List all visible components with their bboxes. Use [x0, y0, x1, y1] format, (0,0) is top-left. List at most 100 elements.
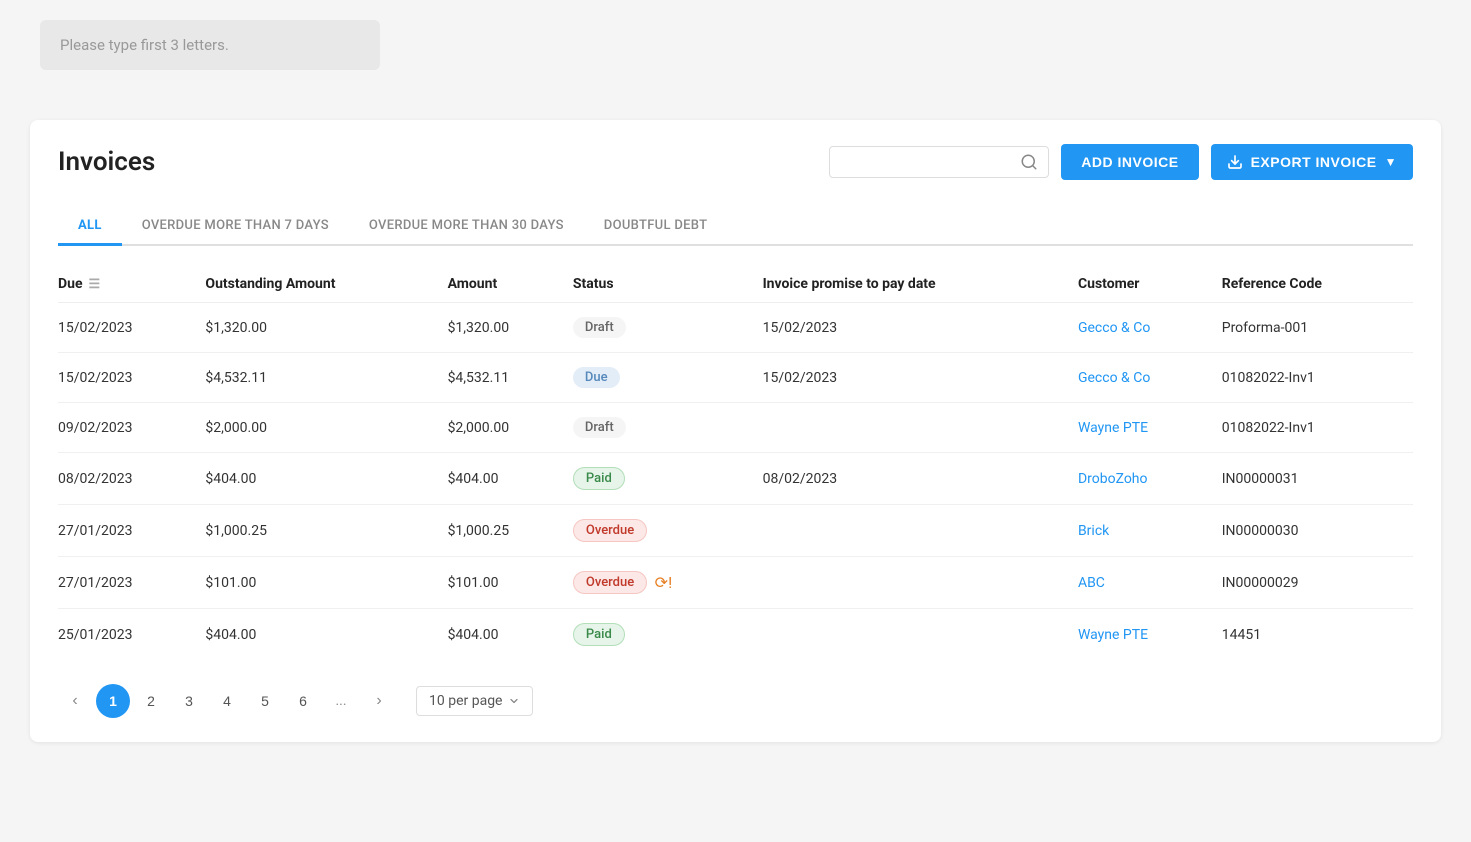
page-6-button[interactable]: 6 [286, 684, 320, 718]
cell-outstanding: $404.00 [205, 609, 447, 661]
col-reference: Reference Code [1222, 266, 1413, 303]
cell-status: Draft [573, 303, 763, 353]
cell-outstanding: $2,000.00 [205, 403, 447, 453]
cell-customer[interactable]: Brick [1078, 505, 1222, 557]
cell-status: Overdue [573, 505, 763, 557]
status-badge: Draft [573, 417, 626, 438]
per-page-value: 10 per page [429, 693, 502, 709]
cell-customer[interactable]: DroboZoho [1078, 453, 1222, 505]
cell-amount: $101.00 [448, 557, 573, 609]
cell-outstanding: $404.00 [205, 453, 447, 505]
status-badge: Draft [573, 317, 626, 338]
cell-customer[interactable]: Gecco & Co [1078, 353, 1222, 403]
filter-icon[interactable]: ☰ [89, 277, 101, 292]
tab-all[interactable]: ALL [58, 208, 122, 246]
table-row: 27/01/2023 $1,000.25 $1,000.25 Overdue B… [58, 505, 1413, 557]
col-due: Due ☰ [58, 266, 205, 303]
cell-due: 25/01/2023 [58, 609, 205, 661]
tab-overdue-30[interactable]: OVERDUE MORE THAN 30 DAYS [349, 208, 584, 246]
cell-due: 15/02/2023 [58, 353, 205, 403]
customer-link[interactable]: Gecco & Co [1078, 370, 1150, 386]
header-row: Invoices ADD INVOICE EXPORT INVOICE [58, 144, 1413, 180]
export-invoice-button[interactable]: EXPORT INVOICE ▼ [1211, 144, 1413, 180]
cell-customer[interactable]: Gecco & Co [1078, 303, 1222, 353]
cell-status: Due [573, 353, 763, 403]
tab-doubtful-debt[interactable]: DOUBTFUL DEBT [584, 208, 728, 246]
customer-link[interactable]: Gecco & Co [1078, 320, 1150, 336]
cell-customer[interactable]: ABC [1078, 557, 1222, 609]
cell-amount: $4,532.11 [448, 353, 573, 403]
status-badge: Overdue [573, 571, 647, 594]
page-2-button[interactable]: 2 [134, 684, 168, 718]
cell-reference: Proforma-001 [1222, 303, 1413, 353]
tab-overdue-7[interactable]: OVERDUE MORE THAN 7 DAYS [122, 208, 349, 246]
search-input[interactable] [840, 154, 1012, 170]
page-5-button[interactable]: 5 [248, 684, 282, 718]
cell-reference: IN00000030 [1222, 505, 1413, 557]
cell-customer[interactable]: Wayne PTE [1078, 609, 1222, 661]
cell-status: Draft [573, 403, 763, 453]
cell-promise-date [763, 557, 1078, 609]
pagination: ‹ 1 2 3 4 5 6 ... › 10 per page [58, 684, 1413, 718]
cell-amount: $404.00 [448, 609, 573, 661]
table-row: 08/02/2023 $404.00 $404.00 Paid 08/02/20… [58, 453, 1413, 505]
col-customer: Customer [1078, 266, 1222, 303]
search-box[interactable] [829, 146, 1049, 178]
chevron-down-icon [508, 695, 520, 707]
cell-due: 09/02/2023 [58, 403, 205, 453]
customer-link[interactable]: Wayne PTE [1078, 420, 1148, 436]
col-amount: Amount [448, 266, 573, 303]
chevron-down-icon: ▼ [1385, 155, 1397, 169]
customer-link[interactable]: Brick [1078, 523, 1109, 539]
autocomplete-placeholder: Please type first 3 letters. [60, 36, 229, 54]
per-page-select[interactable]: 10 per page [416, 686, 533, 716]
cell-promise-date [763, 609, 1078, 661]
invoices-table: Due ☰ Outstanding Amount Amount Status I… [58, 266, 1413, 660]
prev-page-button[interactable]: ‹ [58, 684, 92, 718]
cell-reference: 14451 [1222, 609, 1413, 661]
status-badge: Paid [573, 467, 625, 490]
autocomplete-dropdown: Please type first 3 letters. [40, 20, 380, 70]
page-title: Invoices [58, 147, 155, 177]
customer-link[interactable]: ABC [1078, 575, 1105, 591]
add-invoice-button[interactable]: ADD INVOICE [1061, 144, 1198, 180]
customer-link[interactable]: DroboZoho [1078, 471, 1148, 487]
status-badge: Due [573, 367, 620, 388]
cell-due: 27/01/2023 [58, 557, 205, 609]
main-container: Invoices ADD INVOICE EXPORT INVOICE [30, 120, 1441, 742]
cell-promise-date: 15/02/2023 [763, 303, 1078, 353]
customer-link[interactable]: Wayne PTE [1078, 627, 1148, 643]
table-row: 25/01/2023 $404.00 $404.00 Paid Wayne PT… [58, 609, 1413, 661]
cell-amount: $2,000.00 [448, 403, 573, 453]
cell-due: 15/02/2023 [58, 303, 205, 353]
page-3-button[interactable]: 3 [172, 684, 206, 718]
cell-customer[interactable]: Wayne PTE [1078, 403, 1222, 453]
cell-promise-date: 08/02/2023 [763, 453, 1078, 505]
col-status: Status [573, 266, 763, 303]
page-1-button[interactable]: 1 [96, 684, 130, 718]
table-row: 15/02/2023 $1,320.00 $1,320.00 Draft 15/… [58, 303, 1413, 353]
header-actions: ADD INVOICE EXPORT INVOICE ▼ [829, 144, 1413, 180]
cell-amount: $1,320.00 [448, 303, 573, 353]
cell-status: Paid [573, 453, 763, 505]
page-4-button[interactable]: 4 [210, 684, 244, 718]
tabs: ALL OVERDUE MORE THAN 7 DAYS OVERDUE MOR… [58, 208, 1413, 246]
table-row: 09/02/2023 $2,000.00 $2,000.00 Draft Way… [58, 403, 1413, 453]
cell-outstanding: $1,000.25 [205, 505, 447, 557]
pagination-dots: ... [324, 684, 358, 718]
next-page-button[interactable]: › [362, 684, 396, 718]
table-row: 15/02/2023 $4,532.11 $4,532.11 Due 15/02… [58, 353, 1413, 403]
cell-promise-date [763, 505, 1078, 557]
cell-outstanding: $1,320.00 [205, 303, 447, 353]
table-row: 27/01/2023 $101.00 $101.00 Overdue ⟳! AB… [58, 557, 1413, 609]
cell-promise-date: 15/02/2023 [763, 353, 1078, 403]
cell-outstanding: $4,532.11 [205, 353, 447, 403]
cell-amount: $404.00 [448, 453, 573, 505]
cell-reference: 01082022-Inv1 [1222, 353, 1413, 403]
cell-reference: IN00000029 [1222, 557, 1413, 609]
status-badge: Paid [573, 623, 625, 646]
col-promise-date: Invoice promise to pay date [763, 266, 1078, 303]
cell-reference: IN00000031 [1222, 453, 1413, 505]
search-icon [1020, 153, 1038, 171]
cell-amount: $1,000.25 [448, 505, 573, 557]
